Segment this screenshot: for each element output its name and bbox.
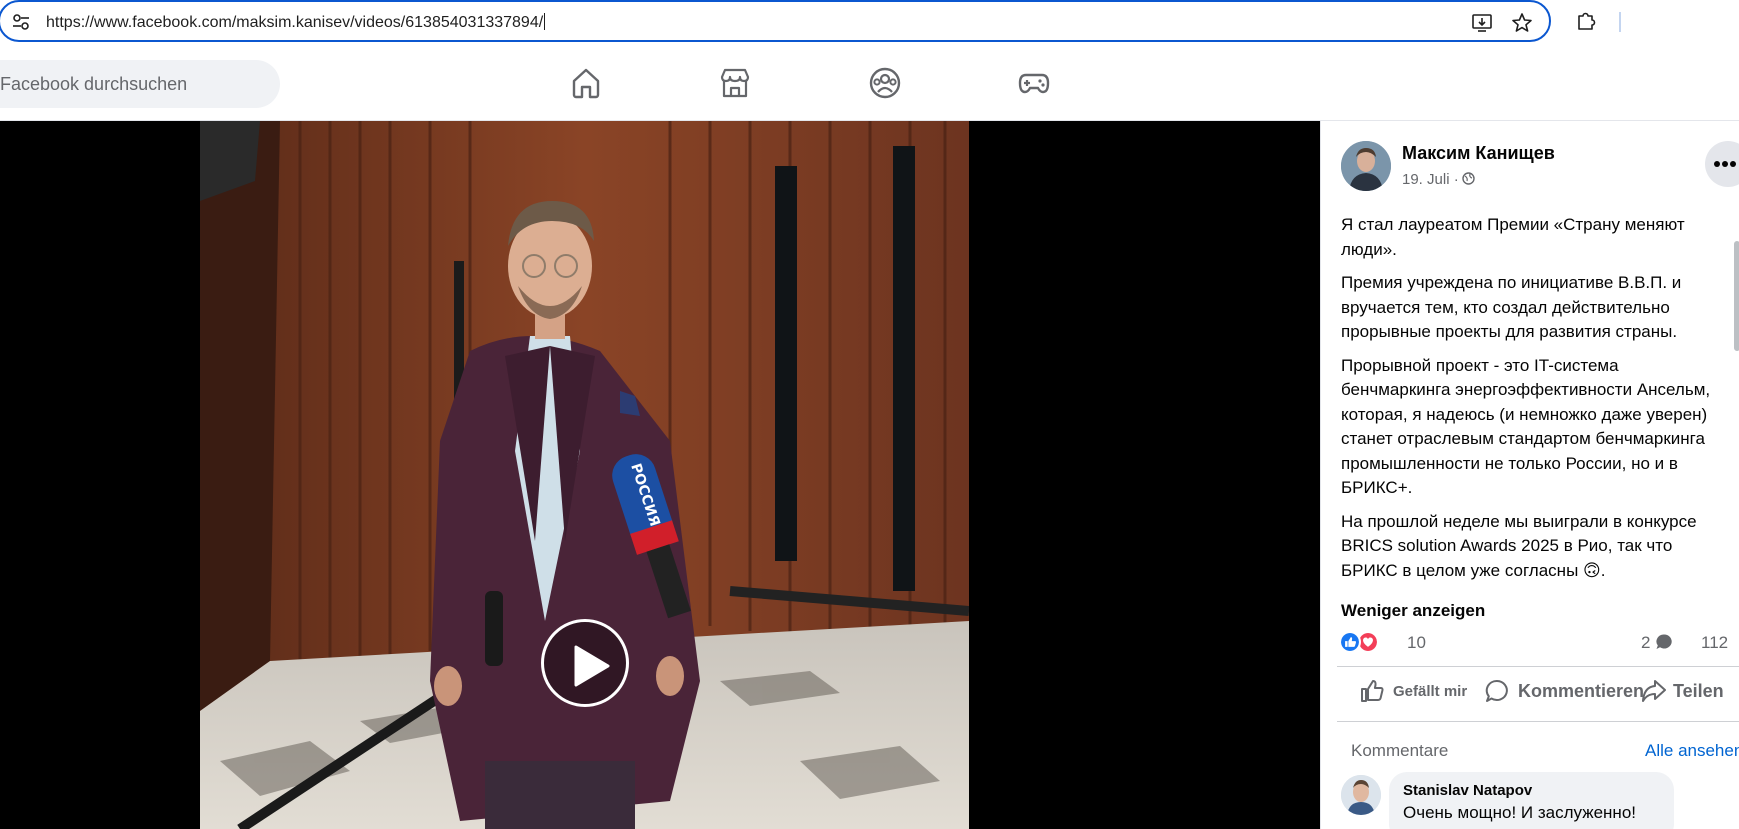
star-icon[interactable]	[1511, 12, 1533, 34]
commenter-avatar[interactable]	[1341, 775, 1381, 815]
dot	[1730, 161, 1736, 167]
comment-button[interactable]: Kommentieren	[1484, 678, 1649, 708]
comment-bubble: Stanislav Natapov Очень мощно! И заслуже…	[1389, 772, 1674, 829]
share-count[interactable]: 112	[1701, 633, 1728, 653]
like-icon	[1361, 680, 1384, 702]
post-paragraph: Премия учреждена по инициативе В.В.П. и …	[1341, 273, 1682, 341]
comment-count-value: 2	[1641, 633, 1651, 652]
like-button-label: Gefällt mir	[1393, 683, 1468, 700]
avatar-image	[1341, 141, 1391, 191]
search-placeholder: Facebook durchsuchen	[0, 74, 188, 94]
globe-icon	[1462, 172, 1475, 185]
extensions-icon[interactable]	[1575, 9, 1597, 31]
post-date[interactable]: 19. Juli ·	[1402, 171, 1475, 188]
home-icon[interactable]	[569, 66, 603, 100]
divider	[1337, 721, 1739, 722]
text-caret	[544, 13, 546, 30]
url-path: /maksim.kanisev/videos/613854031337894/	[231, 14, 544, 31]
toolbar-divider	[1619, 12, 1621, 32]
post-paragraph: Я стал лауреатом Премии «Страну меняют л…	[1341, 215, 1685, 259]
post-paragraph: Прорывной проект - это IT-система бенчма…	[1341, 355, 1711, 498]
see-all-comments-link[interactable]: Alle ansehen	[1645, 741, 1739, 761]
comments-heading: Kommentare	[1351, 741, 1449, 760]
post-scrollbar[interactable]	[1734, 241, 1739, 351]
comment-text: Очень мощно! И заслуженно!	[1403, 803, 1637, 822]
dot	[1714, 161, 1720, 167]
comment-bubble-icon	[1656, 634, 1672, 649]
author-avatar[interactable]	[1341, 141, 1391, 191]
post-paragraph: На прошлой неделе мы выиграли в конкурсе…	[1341, 511, 1697, 580]
post-date-text: 19. Juli ·	[1402, 171, 1459, 188]
play-icon	[574, 645, 610, 687]
commenter-name[interactable]: Stanislav Natapov	[1403, 782, 1532, 799]
share-icon	[1642, 680, 1666, 702]
show-less-link[interactable]: Weniger anzeigen	[1341, 599, 1641, 629]
video-player[interactable]: РОССИЯ	[0, 121, 1320, 829]
more-options-button[interactable]	[1705, 141, 1739, 187]
commenter-avatar-image	[1341, 775, 1381, 815]
comment-count[interactable]: 2	[1641, 633, 1673, 653]
url-prefix: https://www.	[46, 14, 133, 31]
address-bar[interactable]: https://www.facebook.com/maksim.kanisev/…	[0, 0, 1551, 42]
divider	[1337, 666, 1739, 667]
post-author-name[interactable]: Максим Канищев	[1402, 143, 1555, 164]
comment-icon	[1485, 679, 1508, 702]
browser-toolbar: https://www.facebook.com/maksim.kanisev/…	[0, 0, 1739, 44]
share-button[interactable]: Teilen	[1641, 678, 1739, 708]
comment-button-label: Kommentieren	[1518, 681, 1645, 701]
facebook-header: Facebook durchsuchen	[0, 44, 1739, 121]
url-text[interactable]: https://www.facebook.com/maksim.kanisev/…	[46, 13, 546, 32]
gaming-icon[interactable]	[1017, 66, 1051, 100]
play-button[interactable]	[541, 619, 629, 707]
video-frame: РОССИЯ	[200, 121, 969, 829]
tune-icon[interactable]	[12, 13, 30, 31]
like-reaction-icon	[1339, 631, 1361, 653]
facebook-search-input[interactable]: Facebook durchsuchen	[0, 60, 280, 108]
url-host: facebook.com	[132, 14, 232, 31]
groups-icon[interactable]	[868, 66, 902, 100]
install-app-icon[interactable]	[1471, 12, 1493, 34]
marketplace-icon[interactable]	[718, 66, 752, 100]
dot	[1722, 161, 1728, 167]
share-button-label: Teilen	[1673, 681, 1724, 701]
reactions-bar[interactable]: 10 2 112	[1339, 629, 1739, 657]
post-panel: Максим Канищев 19. Juli · Я стал лауреат…	[1320, 121, 1739, 829]
like-button[interactable]: Gefällt mir	[1359, 678, 1484, 708]
reaction-count: 10	[1407, 633, 1426, 652]
post-actions: Gefällt mir Kommentieren Teilen	[1321, 668, 1739, 720]
